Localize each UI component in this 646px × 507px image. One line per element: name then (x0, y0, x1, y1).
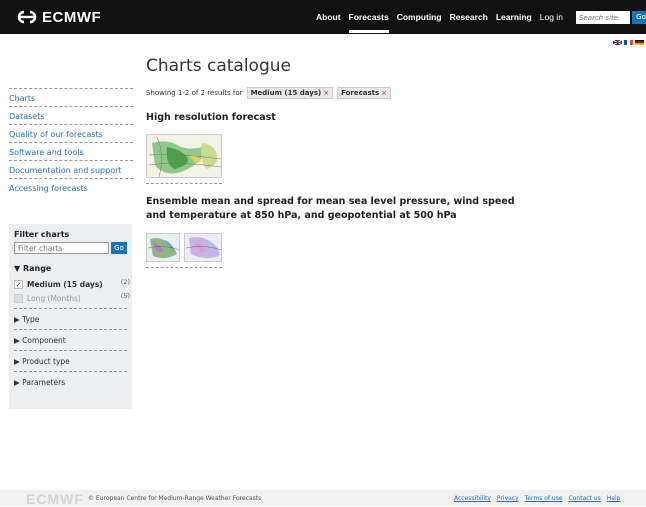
filter-section-product-type[interactable]: ▶ Product type (14, 350, 127, 371)
nav-computing[interactable]: Computing (397, 12, 442, 22)
filter-chip-medium[interactable]: Medium (15 days) × (246, 87, 334, 99)
checkbox-checked-icon[interactable]: ✓ (14, 280, 23, 289)
close-icon[interactable]: × (381, 89, 387, 97)
chip-label: Medium (15 days) (250, 89, 322, 97)
filter-section-component[interactable]: ▶ Component (14, 329, 127, 350)
france-flag-icon[interactable] (624, 40, 633, 45)
ensemble-map-image (185, 234, 221, 261)
section-label: Type (22, 315, 40, 324)
sidebar-nav: Charts Datasets Quality of our forecasts… (9, 88, 133, 196)
option-count: (5) (120, 292, 130, 300)
chart-thumbnail[interactable] (184, 233, 222, 262)
option-count: (2) (120, 278, 130, 286)
sidebar-item-documentation[interactable]: Documentation and support (9, 160, 133, 178)
chart-thumbnail[interactable] (146, 134, 222, 178)
results-summary: Showing 1-2 of 2 results for Medium (15 … (146, 87, 392, 99)
chip-label: Forecasts (341, 89, 380, 97)
site-footer: ECMWF © European Centre for Medium-Range… (0, 490, 646, 507)
footer-logo[interactable]: ECMWF (26, 491, 84, 507)
top-header: ECMWF About Forecasts Computing Research… (0, 0, 646, 34)
filter-panel: Filter charts Go ▼ Range ✓ Medium (15 da… (9, 224, 132, 409)
language-flags (613, 40, 644, 45)
option-label: Long (Months) (27, 294, 81, 303)
main-nav: About Forecasts Computing Research Learn… (316, 0, 563, 34)
footer-link-terms[interactable]: Terms of use (525, 495, 563, 502)
footer-copyright: © European Centre for Medium-Range Weath… (88, 495, 262, 502)
section-label: Parameters (22, 378, 66, 387)
close-icon[interactable]: × (323, 89, 329, 97)
range-label: Range (22, 264, 52, 273)
search-go-button[interactable]: Go (632, 11, 646, 24)
range-toggle[interactable]: ▼ Range (14, 264, 127, 273)
result-title-ensemble[interactable]: Ensemble mean and spread for mean sea le… (146, 195, 526, 223)
ensemble-map-image (147, 234, 179, 261)
nav-research[interactable]: Research (450, 12, 488, 22)
filter-go-button[interactable]: Go (111, 242, 127, 254)
section-label: Component (22, 336, 66, 345)
uk-flag-icon[interactable] (613, 40, 622, 45)
filter-section-type[interactable]: ▶ Type (14, 308, 127, 329)
triangle-right-icon: ▶ (14, 378, 20, 387)
page-title: Charts catalogue (146, 56, 291, 76)
footer-links: Accessibility Privacy Terms of use Conta… (454, 495, 620, 502)
triangle-right-icon: ▶ (14, 336, 20, 345)
range-option-medium[interactable]: ✓ Medium (15 days) (2) (14, 278, 130, 289)
sidebar-item-software[interactable]: Software and tools (9, 142, 133, 160)
filter-title: Filter charts (14, 230, 70, 239)
filter-input[interactable] (14, 242, 109, 254)
nav-forecasts[interactable]: Forecasts (348, 12, 389, 33)
filter-section-parameters[interactable]: ▶ Parameters (14, 371, 127, 392)
sidebar-item-quality[interactable]: Quality of our forecasts (9, 124, 133, 142)
sidebar-item-charts[interactable]: Charts (9, 88, 133, 106)
option-label: Medium (15 days) (27, 280, 103, 289)
footer-link-privacy[interactable]: Privacy (497, 495, 519, 502)
nav-learning[interactable]: Learning (496, 12, 532, 22)
chart-thumbnail[interactable] (146, 233, 180, 262)
ecmwf-logo[interactable]: ECMWF (16, 7, 101, 27)
divider (146, 183, 222, 184)
section-label: Product type (22, 357, 70, 366)
footer-link-help[interactable]: Help (607, 495, 621, 502)
sidebar-item-datasets[interactable]: Datasets (9, 106, 133, 124)
nav-about[interactable]: About (316, 12, 341, 22)
login-link[interactable]: Log in (540, 12, 563, 22)
germany-flag-icon[interactable] (635, 40, 644, 45)
footer-link-accessibility[interactable]: Accessibility (454, 495, 491, 502)
triangle-right-icon: ▶ (14, 315, 20, 324)
range-option-long[interactable]: Long (Months) (5) (14, 292, 130, 303)
results-text: Showing 1-2 of 2 results for (146, 89, 243, 97)
sidebar-item-accessing[interactable]: Accessing forecasts (9, 178, 133, 196)
checkbox-icon[interactable] (14, 294, 23, 303)
filter-chip-forecasts[interactable]: Forecasts × (337, 87, 392, 99)
logo-text: ECMWF (42, 8, 102, 26)
ecmwf-logo-icon (17, 10, 37, 24)
footer-link-contact[interactable]: Contact us (569, 495, 601, 502)
triangle-down-icon: ▼ (14, 264, 21, 273)
site-search-input[interactable] (576, 11, 630, 24)
result-title-hres[interactable]: High resolution forecast (146, 111, 276, 125)
triangle-right-icon: ▶ (14, 357, 20, 366)
weather-map-image (147, 135, 221, 177)
divider (146, 267, 222, 268)
